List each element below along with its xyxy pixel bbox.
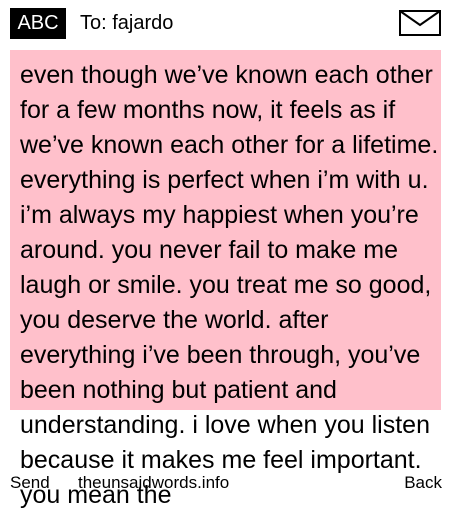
back-button[interactable]: Back	[404, 472, 442, 494]
site-credit: theunsaidwords.info	[78, 473, 230, 492]
send-button[interactable]: Send	[10, 472, 50, 494]
input-mode-indicator[interactable]: ABC	[10, 8, 66, 39]
message-body[interactable]: even though we’ve known each other for a…	[20, 58, 445, 513]
header-bar: ABC To: fajardo	[0, 0, 450, 46]
envelope-icon	[399, 10, 441, 36]
softkey-bar: Send theunsaidwords.info Back	[0, 472, 450, 500]
recipient-field[interactable]: To: fajardo	[80, 9, 173, 37]
